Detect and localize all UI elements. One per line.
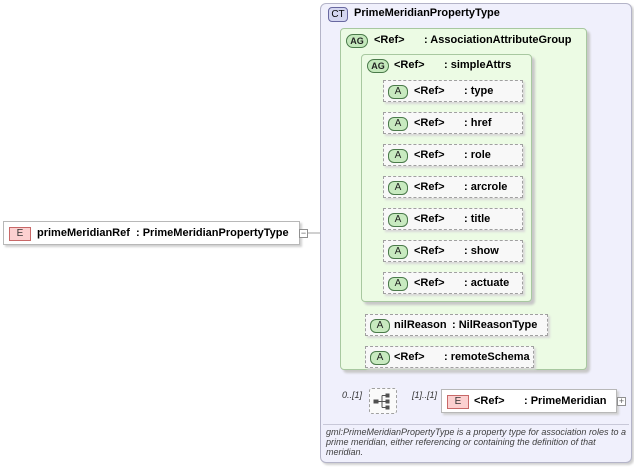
attribute-name: : title bbox=[464, 213, 491, 225]
sequence-occurrence: 0..[1] bbox=[342, 390, 363, 400]
documentation-text: gml:PrimeMeridianPropertyType is a prope… bbox=[326, 427, 626, 457]
attribute-href[interactable]: A <Ref> : href bbox=[383, 112, 523, 134]
element-badge: E bbox=[447, 395, 469, 409]
element-name: : PrimeMeridian bbox=[524, 395, 607, 407]
attribute-ref: <Ref> bbox=[394, 351, 425, 363]
attribute-name: : href bbox=[464, 117, 492, 129]
attribute-name: : NilReasonType bbox=[452, 319, 538, 331]
attribute-show[interactable]: A <Ref> : show bbox=[383, 240, 523, 262]
attribute-name: : remoteSchema bbox=[444, 351, 530, 363]
child-element-occurrence: [1]..[1] bbox=[412, 390, 438, 400]
attribute-badge: A bbox=[370, 319, 390, 333]
attribute-type[interactable]: A <Ref> : type bbox=[383, 80, 523, 102]
attribute-nil-reason[interactable]: A nilReason : NilReasonType bbox=[365, 314, 548, 336]
sequence-icon bbox=[373, 393, 390, 410]
attribute-badge: A bbox=[388, 277, 408, 291]
attribute-group-badge: AG bbox=[346, 34, 368, 48]
collapse-icon[interactable]: − bbox=[299, 229, 308, 238]
complex-type-title: PrimeMeridianPropertyType bbox=[354, 7, 500, 19]
element-badge: E bbox=[9, 227, 31, 241]
attribute-ref: nilReason bbox=[394, 319, 447, 331]
simple-attrs-badge: AG bbox=[367, 59, 389, 73]
attribute-ref: <Ref> bbox=[414, 181, 445, 193]
attribute-badge: A bbox=[388, 117, 408, 131]
attribute-role[interactable]: A <Ref> : role bbox=[383, 144, 523, 166]
complex-type-badge: CT bbox=[328, 7, 348, 22]
attribute-actuate[interactable]: A <Ref> : actuate bbox=[383, 272, 523, 294]
attribute-remote-schema[interactable]: A <Ref> : remoteSchema bbox=[365, 346, 534, 368]
attribute-name: : type bbox=[464, 85, 494, 97]
sequence-compositor[interactable] bbox=[369, 388, 397, 414]
attribute-badge: A bbox=[370, 351, 390, 365]
attribute-badge: A bbox=[388, 245, 408, 259]
attribute-ref: <Ref> bbox=[414, 117, 445, 129]
attribute-badge: A bbox=[388, 149, 408, 163]
simple-attrs-ref: <Ref> bbox=[394, 59, 425, 71]
attribute-arcrole[interactable]: A <Ref> : arcrole bbox=[383, 176, 523, 198]
element-name: primeMeridianRef bbox=[37, 227, 130, 239]
element-ref: <Ref> bbox=[474, 395, 505, 407]
attribute-name: : show bbox=[464, 245, 499, 257]
documentation-divider bbox=[323, 424, 629, 425]
attribute-group-name: : AssociationAttributeGroup bbox=[424, 34, 572, 46]
attribute-group-ref: <Ref> bbox=[374, 34, 405, 46]
attribute-badge: A bbox=[388, 85, 408, 99]
attribute-ref: <Ref> bbox=[414, 213, 445, 225]
root-element-prime-meridian-ref[interactable]: E primeMeridianRef : PrimeMeridianProper… bbox=[3, 221, 300, 245]
attribute-ref: <Ref> bbox=[414, 149, 445, 161]
attribute-ref: <Ref> bbox=[414, 245, 445, 257]
attribute-name: : actuate bbox=[464, 277, 510, 289]
attribute-name: : arcrole bbox=[464, 181, 508, 193]
attribute-name: : role bbox=[464, 149, 491, 161]
attribute-ref: <Ref> bbox=[414, 277, 445, 289]
child-element-prime-meridian[interactable]: E <Ref> : PrimeMeridian bbox=[441, 389, 617, 413]
attribute-title[interactable]: A <Ref> : title bbox=[383, 208, 523, 230]
attribute-badge: A bbox=[388, 213, 408, 227]
attribute-ref: <Ref> bbox=[414, 85, 445, 97]
attribute-badge: A bbox=[388, 181, 408, 195]
element-type: : PrimeMeridianPropertyType bbox=[136, 227, 289, 239]
simple-attrs-name: : simpleAttrs bbox=[444, 59, 512, 71]
expand-icon[interactable]: + bbox=[617, 397, 626, 406]
